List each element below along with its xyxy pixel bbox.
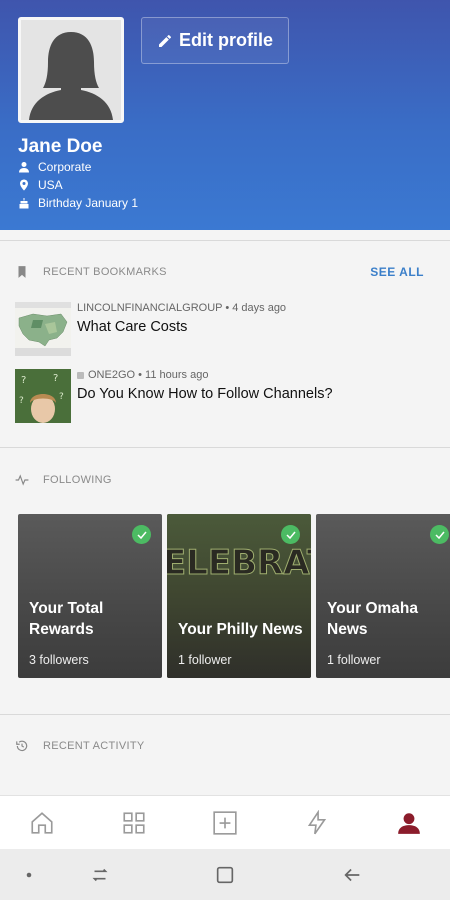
bookmark-source-text: ONE2GO • 11 hours ago xyxy=(88,369,209,381)
location-text: USA xyxy=(38,178,63,192)
home-system-button[interactable] xyxy=(212,862,238,888)
bookmark-icon xyxy=(18,266,26,278)
check-icon xyxy=(281,525,300,544)
recent-activity-label: RECENT ACTIVITY xyxy=(43,740,145,752)
following-label: FOLLOWING xyxy=(43,474,112,486)
edit-profile-label: Edit profile xyxy=(179,30,273,50)
channel-dot-icon xyxy=(77,371,84,379)
card-followers: 3 followers xyxy=(29,653,89,667)
bookmark-thumbnail-person: ? ? ? ? xyxy=(15,369,71,423)
following-card[interactable]: Your Omaha News 1 follower xyxy=(316,514,450,678)
system-dot-button[interactable] xyxy=(16,862,42,888)
card-followers: 1 follower xyxy=(327,653,381,667)
home-icon xyxy=(31,812,53,834)
bookmark-thumbnail-map xyxy=(15,302,71,356)
svg-text:?: ? xyxy=(53,373,58,384)
profile-birthday: Birthday January 1 xyxy=(18,196,138,210)
recent-apps-button[interactable] xyxy=(87,862,113,888)
nav-profile[interactable] xyxy=(394,808,424,838)
divider xyxy=(0,240,450,241)
card-title: Your Total Rewards xyxy=(29,600,104,638)
bookmark-item[interactable]: LINCOLNFINANCIALGROUP • 4 days ago What … xyxy=(15,302,435,358)
recent-bookmarks-label: RECENT BOOKMARKS xyxy=(43,266,167,278)
card-followers: 1 follower xyxy=(178,653,232,667)
following-card[interactable]: ELEBRATE JUNETEENTH Your Philly News 1 f… xyxy=(167,514,311,678)
check-icon xyxy=(132,525,151,544)
history-icon xyxy=(16,740,28,752)
pencil-icon xyxy=(159,34,172,47)
profile-header: Edit profile Jane Doe Corporate USA Birt… xyxy=(0,0,450,230)
nav-activity[interactable] xyxy=(302,808,332,838)
square-icon xyxy=(216,866,234,884)
birthday-text: Birthday January 1 xyxy=(38,196,139,210)
profile-icon xyxy=(398,813,420,834)
bookmark-title: What Care Costs xyxy=(77,319,188,335)
department-text: Corporate xyxy=(38,160,92,174)
card-title: Your Philly News xyxy=(178,621,303,638)
profile-department: Corporate xyxy=(18,160,91,174)
following-card[interactable]: Your Total Rewards 3 followers xyxy=(18,514,162,678)
bottom-navigation xyxy=(0,795,450,849)
person-icon xyxy=(19,162,29,173)
cake-icon xyxy=(19,198,29,209)
back-arrow-icon xyxy=(344,868,360,882)
profile-location: USA xyxy=(18,178,63,192)
person-silhouette-icon xyxy=(21,20,121,120)
divider xyxy=(0,447,450,448)
edit-profile-button[interactable]: Edit profile xyxy=(141,17,289,64)
dot-icon xyxy=(26,872,32,878)
recent-apps-icon xyxy=(92,868,108,882)
recent-bookmarks-heading: RECENT BOOKMARKS xyxy=(15,265,167,279)
bookmark-source: LINCOLNFINANCIALGROUP • 4 days ago xyxy=(77,302,287,314)
check-icon xyxy=(430,525,449,544)
bookmark-source: ONE2GO • 11 hours ago xyxy=(77,369,208,381)
recent-activity-heading: RECENT ACTIVITY xyxy=(15,739,144,753)
svg-text:?: ? xyxy=(19,396,24,406)
activity-pulse-icon xyxy=(15,474,29,486)
svg-text:?: ? xyxy=(21,375,26,386)
see-all-link[interactable]: SEE ALL xyxy=(370,265,424,279)
nav-create[interactable] xyxy=(210,808,240,838)
following-heading: FOLLOWING xyxy=(15,473,112,487)
location-pin-icon xyxy=(20,179,28,191)
profile-name: Jane Doe xyxy=(18,136,103,157)
nav-channels[interactable] xyxy=(119,808,149,838)
system-navigation-bar xyxy=(0,849,450,900)
bookmark-item[interactable]: ? ? ? ? ONE2GO • 11 hours ago Do You Kno… xyxy=(15,369,435,425)
back-system-button[interactable] xyxy=(339,862,365,888)
bookmark-title: Do You Know How to Follow Channels? xyxy=(77,386,333,402)
divider xyxy=(0,714,450,715)
card-title: Your Omaha News xyxy=(327,600,419,638)
avatar[interactable] xyxy=(18,17,124,123)
card-background-text: ELEBRATE JUNETEENTH xyxy=(167,543,311,583)
nav-home[interactable] xyxy=(27,808,57,838)
svg-text:?: ? xyxy=(59,392,64,402)
grid-icon xyxy=(123,812,145,834)
add-icon xyxy=(213,811,237,835)
bolt-icon xyxy=(307,810,327,835)
